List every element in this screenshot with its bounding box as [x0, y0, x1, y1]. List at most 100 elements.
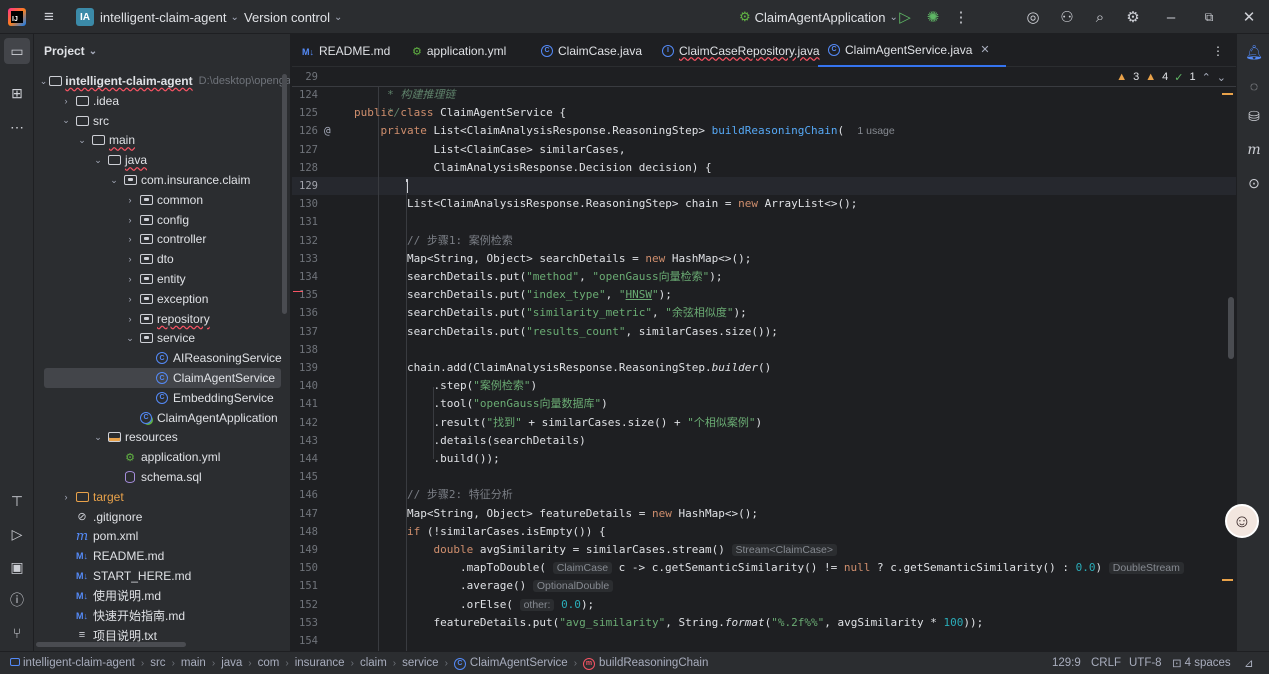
tree-item[interactable]: M↓ README.md	[34, 546, 290, 566]
maven-button[interactable]: m	[1242, 138, 1266, 162]
readonly-toggle[interactable]: ⊿	[1244, 656, 1254, 670]
tree-item[interactable]: m pom.xml	[34, 526, 290, 546]
warning-marker[interactable]	[1222, 579, 1233, 581]
chevron-right-icon[interactable]: ›	[60, 96, 72, 106]
code-line[interactable]: 153 featureDetails.put("avg_similarity",…	[292, 614, 1236, 632]
chevron-down-icon[interactable]: ⌄	[40, 76, 48, 87]
breadcrumb-item[interactable]: intelligent-claim-agent	[23, 657, 135, 669]
chevron-right-icon[interactable]: ›	[60, 492, 72, 502]
tab-claimcaserepository-java[interactable]: I ClaimCaseRepository.java	[662, 34, 820, 67]
sticky-header[interactable]: 29 public class ClaimAgentService { ▲ 3 ▲…	[292, 67, 1236, 119]
warning-marker[interactable]	[1222, 93, 1233, 95]
git-tool-button[interactable]: ⑂	[4, 620, 30, 646]
tab-options-button[interactable]: ⋮	[1212, 34, 1224, 67]
code-line[interactable]: 150 .mapToDouble( ClaimCase c -> c.getSe…	[292, 559, 1236, 577]
tab-claimcase-java[interactable]: C ClaimCase.java	[541, 34, 642, 67]
project-switcher[interactable]: IA intelligent-claim-agent ⌄	[76, 0, 239, 34]
chevron-right-icon[interactable]: ›	[124, 294, 136, 304]
chevron-right-icon[interactable]: ›	[124, 274, 136, 284]
code-line[interactable]: 148 if (!similarCases.isEmpty()) {	[292, 523, 1236, 541]
more-actions-button[interactable]: ⋮	[950, 0, 972, 34]
chevron-down-icon[interactable]: ⌄	[124, 333, 136, 344]
notifications-button[interactable]: 🔔︎	[1242, 40, 1266, 64]
tree-item[interactable]: › dto	[34, 249, 290, 269]
tree-item[interactable]: ⌄ com.insurance.claim	[34, 170, 290, 190]
code-editor[interactable]: 29 public class ClaimAgentService { ▲ 3 ▲…	[292, 67, 1236, 651]
chevron-down-icon[interactable]: ⌄	[92, 155, 104, 166]
tree-item[interactable]: M↓ 使用说明.md	[34, 586, 290, 606]
code-line[interactable]: 132 // 步骤1: 案例检索	[292, 232, 1236, 250]
project-panel-header[interactable]: Project ⌄	[34, 34, 290, 68]
code-line[interactable]: 133 Map<String, Object> searchDetails = …	[292, 250, 1236, 268]
code-line[interactable]: 154	[292, 632, 1236, 650]
breadcrumb-item[interactable]: java	[221, 657, 242, 669]
chevron-up-icon[interactable]: ⌃	[1202, 71, 1211, 84]
chevron-right-icon[interactable]: ›	[124, 314, 136, 324]
code-with-me-button[interactable]: ⚇	[1056, 0, 1078, 34]
main-menu-icon[interactable]: ≡	[38, 0, 60, 34]
code-line[interactable]: 149 double avgSimilarity = similarCases.…	[292, 541, 1236, 559]
code-line[interactable]: 145	[292, 468, 1236, 486]
chevron-right-icon[interactable]: ›	[124, 234, 136, 244]
tree-item[interactable]: C ClaimAgentApplication	[34, 408, 290, 428]
chevron-right-icon[interactable]: ›	[124, 215, 136, 225]
search-everywhere-button[interactable]: ⌕	[1089, 0, 1111, 34]
tree-item[interactable]: C EmbeddingService	[34, 388, 290, 408]
vcs-widget[interactable]: Version control ⌄	[244, 0, 342, 34]
code-line[interactable]: 129	[292, 177, 1236, 196]
project-tool-button[interactable]: ▭	[4, 38, 30, 64]
breadcrumb-item[interactable]: insurance	[295, 657, 345, 669]
minimize-button[interactable]: –	[1160, 0, 1182, 34]
code-line[interactable]: 151 .average() OptionalDouble	[292, 577, 1236, 595]
project-scrollbar[interactable]	[282, 74, 287, 314]
database-button[interactable]: ⛁	[1242, 104, 1266, 128]
tab-claimagentservice-java[interactable]: C ClaimAgentService.java ✕	[818, 34, 1006, 67]
code-line[interactable]: 131	[292, 213, 1236, 231]
tree-item[interactable]: ⌄ src	[34, 111, 290, 131]
chevron-right-icon[interactable]: ›	[124, 254, 136, 264]
run-config-selector[interactable]: ⚙ ClaimAgentApplication ⌄	[739, 0, 898, 34]
ai-assistant-button[interactable]: ◎	[1022, 0, 1044, 34]
tree-item[interactable]: ⌄ service	[34, 328, 290, 348]
code-line[interactable]: 130 List<ClaimAnalysisResponse.Reasoning…	[292, 195, 1236, 213]
caret-position[interactable]: 129:9	[1052, 657, 1081, 669]
tree-item[interactable]: › exception	[34, 289, 290, 309]
code-line[interactable]: 137 searchDetails.put("results_count", s…	[292, 323, 1236, 341]
structure-tool-button[interactable]: ⊞	[4, 80, 30, 106]
more-tools-button[interactable]: ⋯	[4, 114, 30, 140]
code-line[interactable]: 136 searchDetails.put("similarity_metric…	[292, 304, 1236, 322]
code-line[interactable]: 126 @ private List<ClaimAnalysisResponse.…	[292, 122, 1236, 140]
file-encoding[interactable]: UTF-8	[1129, 657, 1162, 669]
tree-item[interactable]: › controller	[34, 229, 290, 249]
services-tool-button[interactable]: ▷	[4, 521, 30, 547]
breadcrumb-item[interactable]: claim	[360, 657, 387, 669]
endpoints-button[interactable]: ⊙	[1242, 171, 1266, 195]
assistant-avatar[interactable]: ☺	[1225, 504, 1259, 538]
code-line[interactable]: 139 chain.add(ClaimAnalysisResponse.Reas…	[292, 359, 1236, 377]
restore-button[interactable]: ⧉	[1198, 0, 1220, 34]
code-line[interactable]: 152 .orElse( other: 0.0);	[292, 596, 1236, 614]
breadcrumb-item[interactable]: buildReasoningChain	[599, 657, 708, 669]
run-button[interactable]: ▷	[894, 0, 916, 34]
code-line[interactable]: 146 // 步骤2: 特征分析	[292, 486, 1236, 504]
breadcrumb-item[interactable]: com	[258, 657, 280, 669]
chevron-down-icon[interactable]: ⌄	[92, 432, 104, 443]
tree-item[interactable]: › target	[34, 487, 290, 507]
tab-readme-md[interactable]: M↓ README.md	[302, 34, 390, 67]
code-line[interactable]: 128 ClaimAnalysisResponse.Decision decis…	[292, 159, 1236, 177]
chevron-down-icon[interactable]: ⌄	[1217, 71, 1226, 84]
project-h-scrollbar[interactable]	[36, 642, 186, 647]
chevron-down-icon[interactable]: ⌄	[76, 135, 88, 146]
problems-tool-button[interactable]: ⓘ	[4, 587, 30, 613]
tree-item[interactable]: ⌄ intelligent-claim-agent D:\desktop\openg…	[34, 71, 290, 91]
breadcrumb-item[interactable]: service	[402, 657, 438, 669]
close-icon[interactable]: ✕	[980, 43, 989, 56]
code-line[interactable]: 135 searchDetails.put("index_type", "HNS…	[292, 286, 1236, 304]
tree-item[interactable]: ⚙ application.yml	[34, 447, 290, 467]
override-at-icon[interactable]: @	[324, 122, 331, 140]
code-line[interactable]: 147 Map<String, Object> featureDetails =…	[292, 505, 1236, 523]
line-separator[interactable]: CRLF	[1091, 657, 1121, 669]
tree-item[interactable]: ⊘ .gitignore	[34, 507, 290, 527]
close-window-button[interactable]: ✕	[1238, 0, 1260, 34]
breadcrumb-item[interactable]: src	[150, 657, 165, 669]
